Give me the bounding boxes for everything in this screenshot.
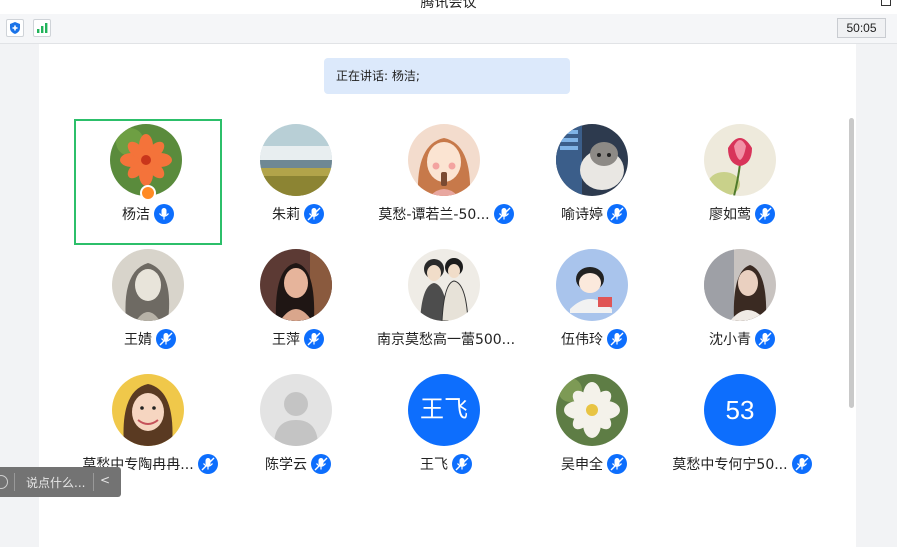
microphone-icon[interactable] (197, 453, 218, 474)
participant-tile[interactable]: 王飞 王飞 (372, 369, 520, 495)
participant-avatar (556, 249, 628, 321)
host-badge-icon (140, 185, 156, 201)
microphone-icon[interactable] (755, 328, 775, 349)
participant-name: 杨洁 (122, 206, 150, 223)
participant-avatar (260, 249, 332, 321)
participant-tile[interactable]: 王萍 (224, 244, 372, 370)
participant-name: 王萍 (272, 331, 300, 348)
signal-icon[interactable] (33, 19, 51, 37)
microphone-icon[interactable] (755, 203, 775, 224)
participant-avatar (704, 249, 776, 321)
speaking-banner: 正在讲话: 杨洁; (324, 58, 570, 94)
participant-name: 喻诗婷 (561, 206, 603, 223)
participant-tile[interactable]: 南京莫愁高一蕾500... (372, 244, 520, 370)
participant-avatar (408, 124, 480, 196)
participant-name: 莫愁中专何宁50... (672, 456, 788, 473)
participant-name: 沈小青 (709, 331, 751, 348)
participant-name: 朱莉 (272, 206, 300, 223)
window-title: 腾讯会议 (420, 0, 477, 11)
microphone-icon[interactable] (791, 453, 812, 474)
participant-avatar (704, 124, 776, 196)
participant-tile[interactable]: 沈小青 (668, 244, 816, 370)
participant-avatar (556, 374, 628, 446)
participant-name: 伍伟玲 (561, 331, 603, 348)
chat-bar: 说点什么... < (0, 467, 121, 497)
participant-tile[interactable]: 朱莉 (224, 119, 372, 245)
maximize-icon[interactable] (881, 0, 891, 6)
participant-name: 南京莫愁高一蕾500... (376, 331, 516, 348)
microphone-icon[interactable] (304, 203, 324, 224)
participant-avatar: 王飞 (408, 374, 480, 446)
divider (14, 473, 15, 491)
participant-tile[interactable]: 王婧 (76, 244, 224, 370)
participant-tile[interactable]: 吴申全 (520, 369, 668, 495)
chevron-left-icon[interactable]: < (100, 473, 110, 487)
microphone-icon[interactable] (311, 453, 331, 474)
participant-avatar: 53 (704, 374, 776, 446)
participant-tile[interactable]: 陈学云 (224, 369, 372, 495)
participant-tile[interactable]: 53 莫愁中专何宁50... (668, 369, 816, 495)
title-bar: 腾讯会议 (0, 0, 897, 14)
participant-name: 王婧 (124, 331, 152, 348)
participant-name: 陈学云 (265, 456, 307, 473)
microphone-icon[interactable] (493, 203, 514, 224)
microphone-icon[interactable] (154, 203, 174, 224)
shield-icon[interactable] (6, 19, 24, 37)
chat-input[interactable]: 说点什么... (26, 474, 85, 491)
participant-avatar (556, 124, 628, 196)
microphone-icon[interactable] (452, 453, 472, 474)
toolbar: 50:05 (0, 14, 897, 44)
participant-tile[interactable]: 喻诗婷 (520, 119, 668, 245)
avatar-text: 53 (704, 374, 776, 446)
participant-avatar (112, 374, 184, 446)
microphone-icon[interactable] (607, 328, 627, 349)
participant-gallery: 正在讲话: 杨洁; 杨洁 朱莉 莫愁-谭若兰-50... 喻诗婷 廖如莺 王婧 … (39, 44, 856, 547)
microphone-icon[interactable] (607, 203, 627, 224)
participant-name: 吴申全 (561, 456, 603, 473)
microphone-icon[interactable] (607, 453, 627, 474)
participant-tile[interactable]: 杨洁 (74, 119, 222, 245)
microphone-icon[interactable] (156, 328, 176, 349)
participant-avatar (408, 249, 480, 321)
participant-name: 廖如莺 (709, 206, 751, 223)
microphone-icon[interactable] (304, 328, 324, 349)
participant-avatar (112, 249, 184, 321)
avatar-text: 王飞 (408, 374, 480, 446)
emoji-icon[interactable] (0, 475, 8, 489)
participant-tile[interactable]: 廖如莺 (668, 119, 816, 245)
participant-avatar (260, 124, 332, 196)
participant-tile[interactable]: 莫愁-谭若兰-50... (372, 119, 520, 245)
participant-tile[interactable]: 伍伟玲 (520, 244, 668, 370)
default-avatar-icon (260, 374, 332, 446)
participant-name: 王飞 (420, 456, 448, 473)
divider (93, 473, 94, 491)
participant-name: 莫愁-谭若兰-50... (378, 206, 490, 223)
scrollbar[interactable] (849, 118, 854, 408)
meeting-timer: 50:05 (837, 18, 886, 38)
